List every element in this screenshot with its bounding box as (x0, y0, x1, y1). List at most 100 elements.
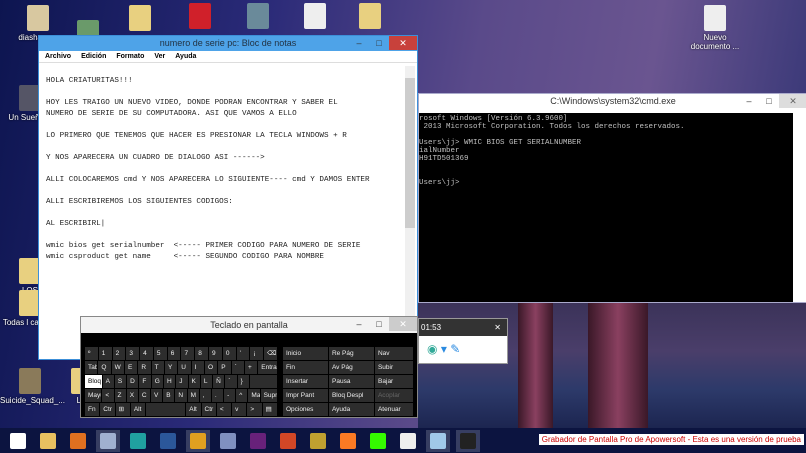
key[interactable]: Alt (130, 403, 146, 416)
key[interactable]: S (114, 375, 127, 388)
nav-key[interactable]: Impr Pant (282, 389, 328, 402)
key[interactable]: C (138, 389, 151, 402)
key[interactable]: D (127, 375, 139, 388)
key[interactable]: Ma (248, 389, 260, 402)
key[interactable]: ¡ (250, 347, 264, 360)
minimize-button[interactable]: – (739, 94, 759, 108)
desktop-icon[interactable] (228, 3, 288, 31)
key[interactable]: I (191, 361, 204, 374)
maximize-button[interactable]: □ (369, 317, 389, 331)
key[interactable]: < (216, 403, 232, 416)
pencil-icon[interactable]: ✎ (450, 342, 460, 356)
key[interactable]: Entrar (258, 361, 277, 374)
desktop-icon[interactable]: Nuevo documento ... (685, 5, 745, 51)
key[interactable]: - (224, 389, 236, 402)
taskbar-chrome-button[interactable] (186, 429, 210, 452)
nav-key[interactable]: Opciones (282, 403, 328, 416)
nav-key[interactable]: Ayuda (328, 403, 374, 416)
menu-item[interactable]: Edición (81, 53, 106, 60)
key[interactable]: H (163, 375, 176, 388)
key[interactable]: X (126, 389, 138, 402)
key[interactable]: 5 (153, 347, 167, 360)
key[interactable]: Ctr (100, 403, 115, 416)
nav-key[interactable]: Insertar (283, 375, 329, 388)
close-icon[interactable]: ✕ (494, 319, 501, 336)
taskbar-notepad-button[interactable] (426, 429, 450, 452)
taskbar-explorer-button[interactable] (36, 430, 60, 452)
key[interactable]: Fn (85, 403, 100, 416)
taskbar-app2-button[interactable] (396, 430, 420, 452)
key[interactable]: > (247, 403, 262, 416)
menu-item[interactable]: Formato (116, 53, 144, 60)
recorder-widget[interactable]: 01:53 ✕ ◉ ▾ ✎ (418, 318, 508, 364)
key[interactable]: v (232, 403, 247, 416)
key[interactable]: Y (164, 361, 178, 374)
desktop-icon[interactable]: Suicide_Squad_... (0, 368, 65, 405)
key[interactable]: N (175, 389, 187, 402)
taskbar-eset-button[interactable] (126, 430, 150, 452)
key[interactable]: 7 (181, 347, 195, 360)
taskbar-word-button[interactable] (156, 430, 180, 452)
menu-item[interactable]: Ver (154, 53, 165, 60)
onscreen-keyboard-window[interactable]: Teclado en pantalla – □ ✕ º 1 2 3 4 5 6 7 8 9 0 ' ¡ ⌫ In… (80, 316, 418, 418)
key[interactable]: ⌫ (264, 347, 277, 360)
nav-key[interactable]: Nav (374, 347, 413, 360)
key[interactable]: O (204, 361, 218, 374)
console-output[interactable]: rosoft Windows [Versión 6.3.9600] 2013 M… (419, 113, 793, 302)
taskbar-visual-studio-button[interactable] (246, 430, 270, 452)
key[interactable]: 0 (222, 347, 236, 360)
key[interactable]: < (102, 389, 114, 402)
key[interactable]: Supr (260, 389, 277, 402)
key[interactable]: K (188, 375, 200, 388)
key[interactable]: Bloq M (85, 375, 102, 388)
key[interactable]: T (151, 361, 164, 374)
key[interactable]: ' (236, 347, 250, 360)
nav-key[interactable]: Inicio (282, 347, 328, 360)
close-button[interactable]: ✕ (389, 317, 417, 331)
key[interactable]: 2 (112, 347, 126, 360)
nav-key[interactable]: Re Pág (328, 347, 374, 360)
nav-key[interactable]: Bloq Despl (328, 389, 374, 402)
nav-key[interactable]: Subir (374, 361, 413, 374)
key[interactable]: B (163, 389, 175, 402)
key[interactable]: º (85, 347, 98, 360)
key[interactable]: Tab (85, 361, 98, 374)
vertical-scrollbar[interactable] (405, 66, 415, 349)
key[interactable]: + (244, 361, 258, 374)
desktop-icon[interactable] (170, 3, 230, 31)
desktop-icon[interactable] (340, 3, 400, 31)
key[interactable]: ▤ (262, 403, 277, 416)
menu-item[interactable]: Ayuda (175, 53, 196, 60)
notepad-window[interactable]: numero de serie pc: Bloc de notas – □ ✕ Ar… (38, 35, 418, 360)
close-button[interactable]: ✕ (389, 36, 417, 50)
key[interactable]: P (218, 361, 231, 374)
key[interactable]: L (200, 375, 213, 388)
key[interactable]: 3 (126, 347, 140, 360)
key[interactable]: F (139, 375, 151, 388)
close-button[interactable]: ✕ (779, 94, 806, 108)
desktop-icon[interactable] (110, 5, 170, 33)
key[interactable]: M (187, 389, 199, 402)
minimize-button[interactable]: – (349, 317, 369, 331)
key[interactable]: W (111, 361, 124, 374)
key[interactable]: . (211, 389, 224, 402)
key[interactable]: Ctr (201, 403, 216, 416)
nav-key[interactable]: Fin (282, 361, 328, 374)
key[interactable]: ` (231, 361, 244, 374)
text-editor[interactable]: HOLA CRIATURITAS!!! HOY LES TRAIGO UN NU… (43, 66, 403, 349)
cmd-window[interactable]: C:\Windows\system32\cmd.exe – □ ✕ rosoft W… (418, 93, 806, 303)
key[interactable]: Mayús (85, 389, 102, 402)
taskbar-dreamweaver-button[interactable] (366, 430, 390, 452)
key[interactable]: Q (98, 361, 111, 374)
nav-key[interactable]: Atenuar (374, 403, 413, 416)
key[interactable]: ⊞ (115, 403, 130, 416)
key[interactable]: A (102, 375, 114, 388)
key[interactable]: ´ (225, 375, 237, 388)
key[interactable]: } (237, 375, 249, 388)
key[interactable]: G (151, 375, 163, 388)
taskbar-cmd-button[interactable] (456, 429, 480, 452)
key[interactable]: V (151, 389, 163, 402)
maximize-button[interactable]: □ (759, 94, 779, 108)
key[interactable]: 4 (140, 347, 153, 360)
key[interactable]: E (124, 361, 138, 374)
